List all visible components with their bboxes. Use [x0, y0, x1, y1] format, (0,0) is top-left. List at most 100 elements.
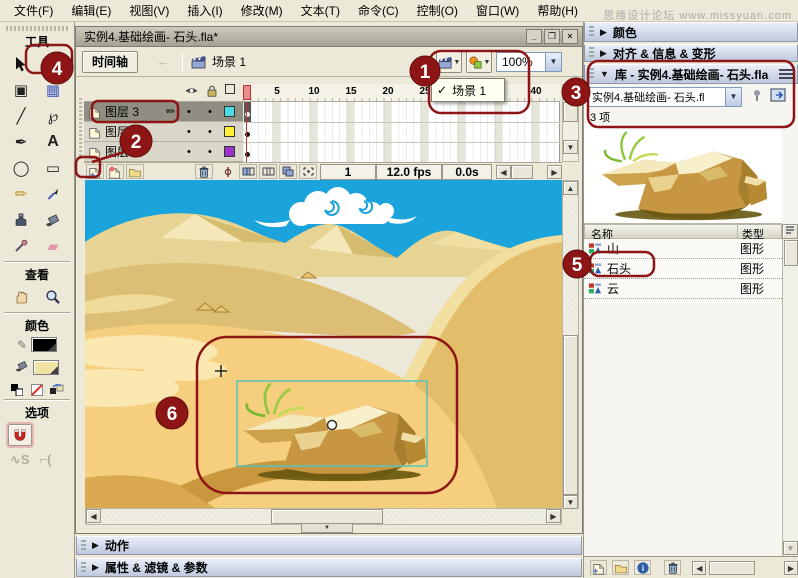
- panel-color[interactable]: ▶ 颜色: [584, 22, 798, 42]
- layer-name[interactable]: 图层 1: [105, 143, 163, 160]
- outline-all-layers-icon[interactable]: [225, 84, 235, 94]
- new-folder-button[interactable]: [612, 560, 630, 575]
- panel-gripper[interactable]: [589, 25, 594, 39]
- show-hide-all-layers-icon[interactable]: [184, 84, 199, 101]
- timeline-scroll-left[interactable]: ◀: [496, 164, 511, 179]
- scrollbar-thumb[interactable]: [563, 102, 578, 122]
- no-color-button[interactable]: [30, 383, 45, 396]
- scene-menu-item[interactable]: 场景 1: [452, 82, 486, 99]
- frame-rate-indicator[interactable]: 12.0 fps: [376, 163, 442, 180]
- rectangle-tool-icon[interactable]: ▭: [40, 155, 66, 180]
- scrollbar-thumb[interactable]: [563, 335, 578, 495]
- document-title-bar[interactable]: 实例4.基础绘画- 石头.fla* _ ❐ ×: [75, 26, 583, 47]
- scrollbar-thumb[interactable]: [709, 560, 755, 575]
- panel-menu-icon[interactable]: [779, 69, 793, 79]
- straighten-icon[interactable]: ⌐(: [40, 452, 52, 468]
- gradient-transform-tool-icon[interactable]: ▦: [40, 77, 66, 102]
- scroll-up-arrow[interactable]: ▲: [563, 86, 578, 100]
- panel-gripper[interactable]: [589, 47, 594, 59]
- column-name[interactable]: 名称: [585, 225, 737, 241]
- menu-commands[interactable]: 命令(C): [350, 0, 407, 21]
- frame-grid[interactable]: [243, 102, 560, 162]
- onion-skin-outlines-button[interactable]: [259, 164, 277, 179]
- panel-gripper[interactable]: [589, 67, 594, 81]
- stroke-color-swatch[interactable]: [31, 337, 58, 352]
- onion-skin-button[interactable]: [239, 164, 257, 179]
- pencil-tool-icon[interactable]: ✏: [8, 181, 34, 206]
- new-library-panel-button[interactable]: [770, 88, 790, 106]
- free-transform-tool-icon[interactable]: ▣: [8, 77, 34, 102]
- layer-outline-color[interactable]: [224, 106, 235, 117]
- scrollbar-thumb[interactable]: [271, 509, 383, 524]
- center-frame-button[interactable]: [219, 164, 237, 179]
- scene-breadcrumb[interactable]: 场景 1: [191, 53, 246, 70]
- minimize-button[interactable]: _: [526, 29, 542, 44]
- ink-bottle-tool-icon[interactable]: [8, 207, 34, 232]
- expand-arrow-icon[interactable]: ▶: [600, 27, 607, 38]
- frame-ruler[interactable]: [243, 84, 560, 102]
- stage-horizontal-scrollbar[interactable]: ◀ ▶: [85, 508, 562, 525]
- menu-view[interactable]: 视图(V): [121, 0, 177, 21]
- swap-colors-button[interactable]: [50, 383, 65, 396]
- menu-insert[interactable]: 插入(I): [179, 0, 230, 21]
- menu-text[interactable]: 文本(T): [293, 0, 348, 21]
- timeline-tab[interactable]: 时间轴: [82, 50, 138, 73]
- panel-align-info-transform[interactable]: ▶ 对齐 & 信息 & 变形: [584, 44, 798, 62]
- menu-modify[interactable]: 修改(M): [233, 0, 291, 21]
- scroll-left-arrow[interactable]: ◀: [692, 560, 707, 575]
- panel-gripper[interactable]: [81, 561, 86, 574]
- brush-tool-icon[interactable]: [40, 181, 66, 206]
- library-document-select[interactable]: 实例4.基础绘画- 石头.fl ▼: [588, 87, 742, 107]
- expand-arrow-icon[interactable]: ▶: [600, 48, 607, 59]
- close-button[interactable]: ×: [562, 29, 578, 44]
- pin-library-button[interactable]: [748, 88, 766, 106]
- menu-control[interactable]: 控制(O): [409, 0, 466, 21]
- oval-tool-icon[interactable]: ◯: [8, 155, 34, 180]
- stage-vertical-scrollbar[interactable]: ▲ ▼: [562, 180, 579, 509]
- panel-library[interactable]: ▼ 库 - 实例4.基础绘画- 石头.fla: [584, 64, 798, 84]
- timeline-gripper[interactable]: [76, 78, 84, 180]
- layer-row-2[interactable]: 图层 2 • •: [84, 122, 243, 142]
- smooth-icon[interactable]: ∿S: [10, 452, 30, 468]
- library-document-dropdown-arrow[interactable]: ▼: [725, 88, 741, 106]
- restore-button[interactable]: ❐: [544, 29, 560, 44]
- menu-edit[interactable]: 编辑(E): [63, 0, 119, 21]
- back-arrow-button[interactable]: ←: [152, 53, 174, 71]
- layer-row-3[interactable]: 图层 3 ✏ • •: [84, 102, 243, 122]
- add-motion-guide-button[interactable]: [106, 164, 124, 179]
- subselection-tool-icon[interactable]: [40, 51, 66, 76]
- library-item-cloud[interactable]: 云 图形: [584, 279, 782, 299]
- paint-bucket-tool-icon[interactable]: [40, 207, 66, 232]
- lasso-tool-icon[interactable]: ℘: [40, 103, 66, 128]
- lock-all-layers-icon[interactable]: [205, 84, 219, 101]
- layer-outline-color[interactable]: [224, 146, 235, 157]
- expand-arrow-icon[interactable]: ▶: [92, 562, 99, 573]
- item-properties-button[interactable]: [634, 560, 652, 575]
- zoom-tool-icon[interactable]: [40, 284, 66, 309]
- delete-layer-button[interactable]: [195, 164, 213, 179]
- selection-tool-icon[interactable]: [8, 51, 34, 76]
- zoom-level-select[interactable]: 100% ▼: [496, 52, 562, 72]
- new-symbol-button[interactable]: +: [590, 560, 608, 575]
- scroll-up-arrow[interactable]: ▲: [563, 181, 578, 195]
- menu-file[interactable]: 文件(F): [6, 0, 61, 21]
- library-item-rock[interactable]: 石头 图形: [584, 259, 782, 279]
- edit-symbols-button[interactable]: ▼: [466, 51, 492, 73]
- column-type[interactable]: 类型: [737, 225, 781, 241]
- panel-gripper[interactable]: [81, 539, 86, 552]
- scroll-right-arrow[interactable]: ▶: [546, 509, 561, 523]
- layer-outline-color[interactable]: [224, 126, 235, 137]
- delete-item-button[interactable]: [664, 560, 682, 575]
- zoom-dropdown-arrow[interactable]: ▼: [545, 53, 561, 71]
- collapse-arrow-icon[interactable]: ▼: [600, 69, 609, 79]
- menu-window[interactable]: 窗口(W): [468, 0, 527, 21]
- text-tool-icon[interactable]: A: [40, 129, 66, 154]
- scrollbar-thumb[interactable]: [783, 240, 798, 266]
- eyedropper-tool-icon[interactable]: [8, 233, 34, 258]
- insert-layer-button[interactable]: +: [86, 164, 104, 179]
- black-white-button[interactable]: [10, 383, 25, 396]
- line-tool-icon[interactable]: ╱: [8, 103, 34, 128]
- scroll-down-arrow[interactable]: ▼: [563, 495, 578, 509]
- edit-multiple-frames-button[interactable]: [279, 164, 297, 179]
- library-vertical-scrollbar[interactable]: ▼: [782, 239, 798, 556]
